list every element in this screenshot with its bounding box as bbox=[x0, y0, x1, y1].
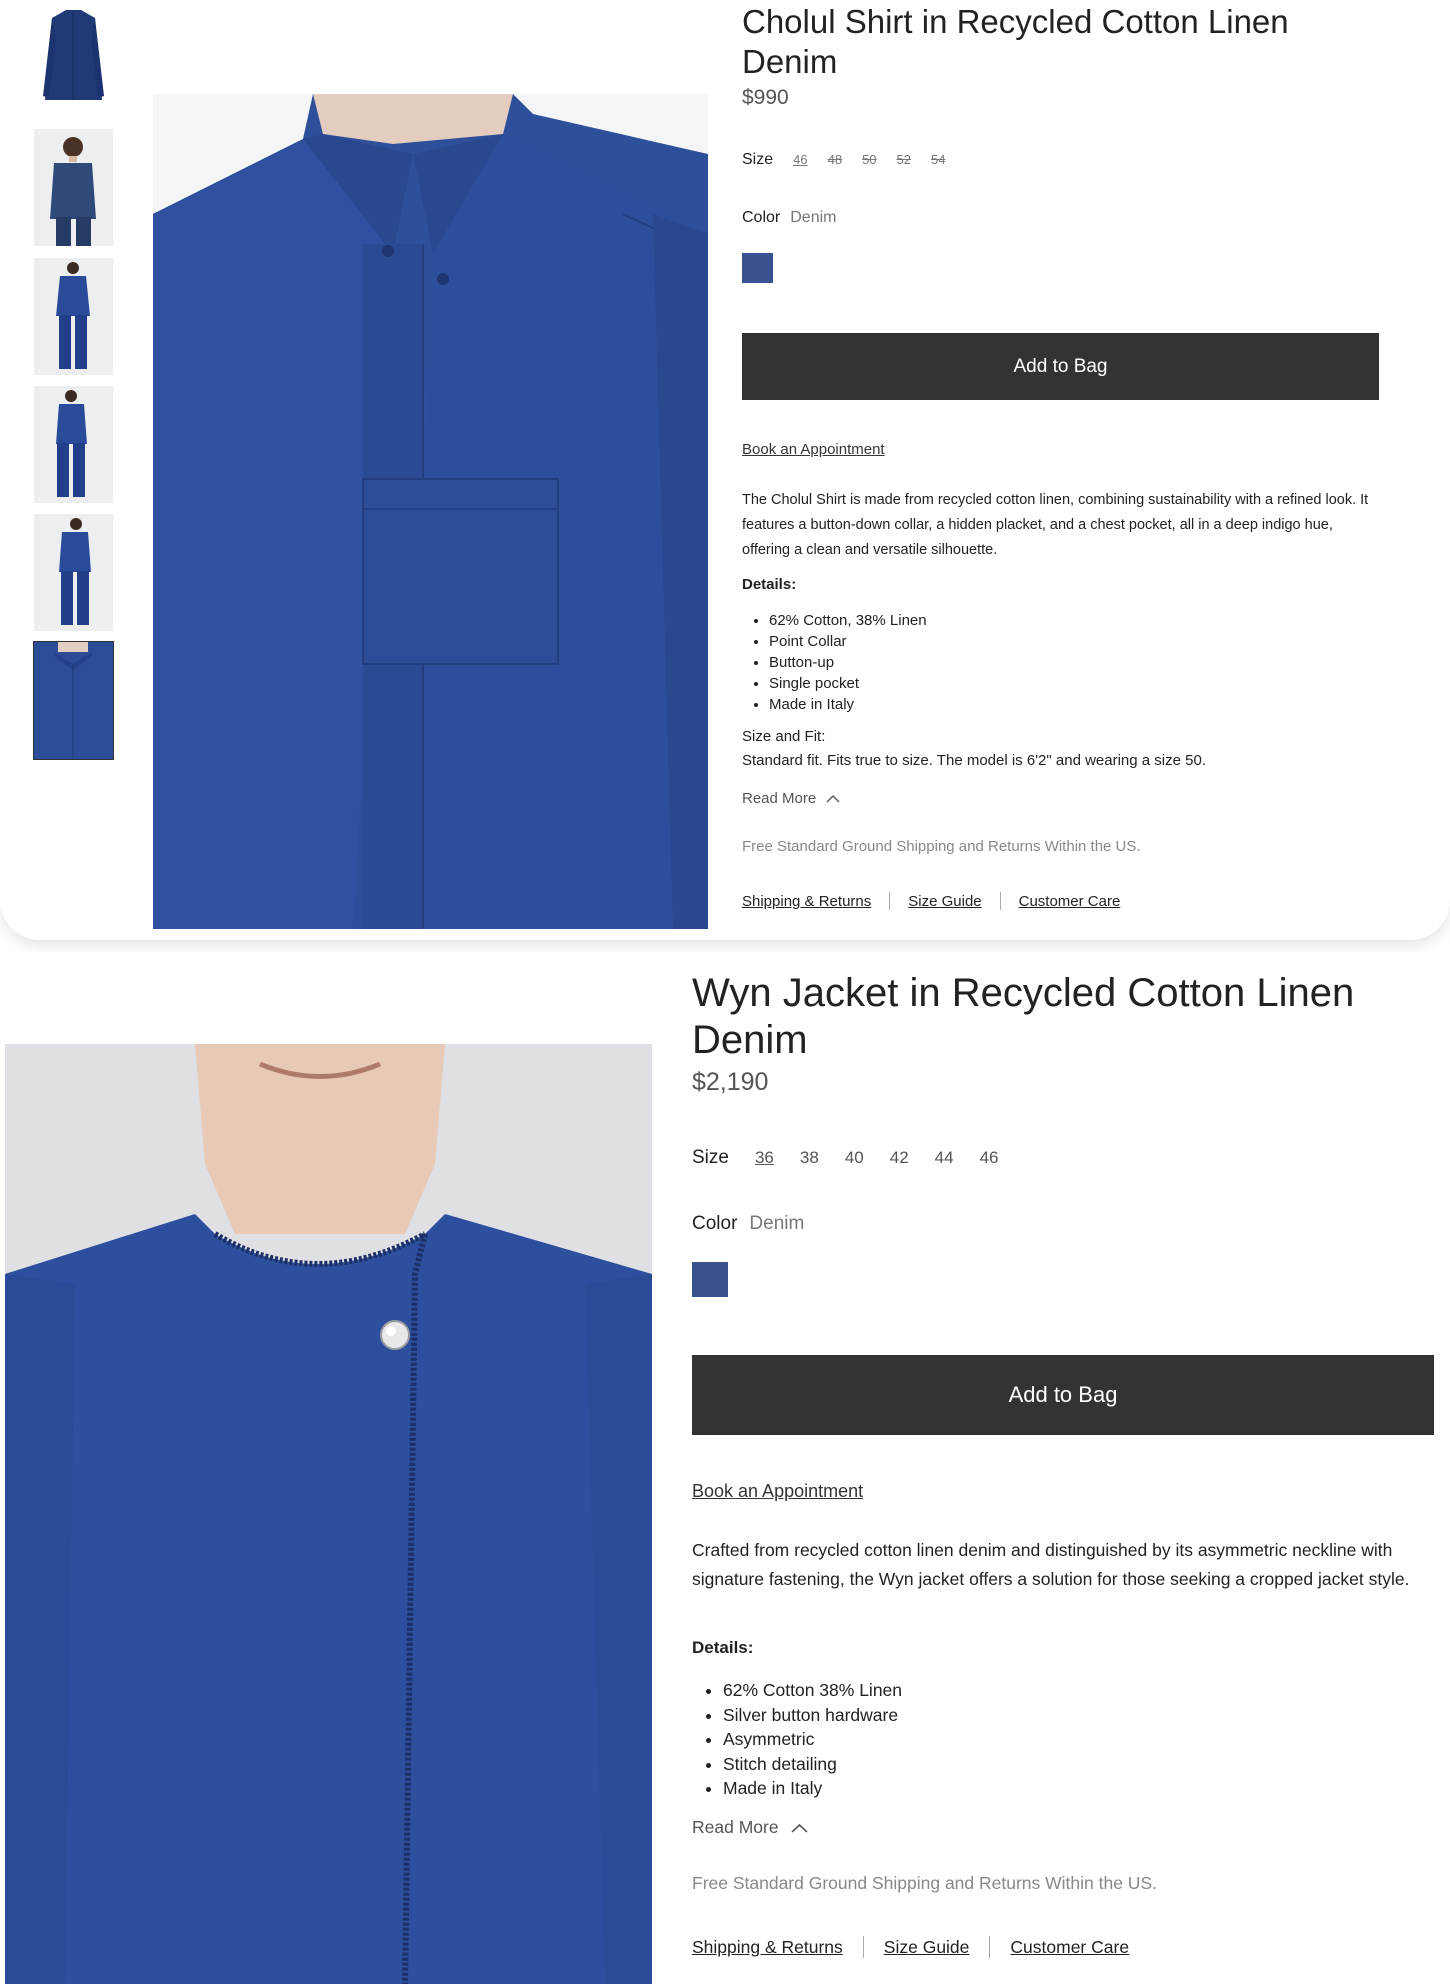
product-description: The Cholul Shirt is made from recycled c… bbox=[742, 492, 1369, 558]
list-item: Made in Italy bbox=[769, 694, 927, 715]
link-divider bbox=[889, 892, 891, 910]
add-to-bag-button[interactable]: Add to Bag bbox=[692, 1355, 1434, 1435]
list-item: Button-up bbox=[769, 652, 927, 673]
size-guide-link[interactable]: Size Guide bbox=[884, 1937, 970, 1958]
color-swatch-denim[interactable] bbox=[742, 253, 773, 283]
shipping-note: Free Standard Ground Shipping and Return… bbox=[692, 1873, 1157, 1893]
size-option-48[interactable]: 48 bbox=[828, 152, 842, 167]
link-divider bbox=[989, 1936, 991, 1958]
product-description: Crafted from recycled cotton linen denim… bbox=[692, 1540, 1410, 1589]
size-option-40[interactable]: 40 bbox=[845, 1148, 864, 1168]
size-fit-text: Standard fit. Fits true to size. The mod… bbox=[742, 752, 1206, 769]
size-label: Size bbox=[692, 1147, 729, 1168]
size-option-46[interactable]: 46 bbox=[793, 152, 807, 167]
customer-care-link[interactable]: Customer Care bbox=[1010, 1937, 1129, 1958]
thumbnail-5[interactable] bbox=[34, 514, 113, 631]
read-more-label: Read More bbox=[692, 1817, 779, 1837]
chevron-up-icon bbox=[791, 1817, 808, 1838]
product-title: Wyn Jacket in Recycled Cotton Linen Deni… bbox=[692, 971, 1355, 1062]
color-label: Color bbox=[692, 1213, 738, 1234]
add-to-bag-button[interactable]: Add to Bag bbox=[742, 333, 1379, 400]
size-selector: Size 46 48 50 52 54 bbox=[742, 151, 945, 169]
size-option-46[interactable]: 46 bbox=[980, 1148, 999, 1168]
size-option-36[interactable]: 36 bbox=[755, 1148, 774, 1168]
list-item: Asymmetric bbox=[723, 1727, 902, 1752]
footer-links: Shipping & Returns Size Guide Customer C… bbox=[692, 1936, 1129, 1958]
size-option-42[interactable]: 42 bbox=[890, 1148, 909, 1168]
product-title: Cholul Shirt in Recycled Cotton Linen De… bbox=[742, 3, 1289, 80]
list-item: Stitch detailing bbox=[723, 1752, 902, 1777]
chevron-up-icon bbox=[826, 790, 840, 807]
thumbnail-1[interactable] bbox=[34, 0, 113, 117]
read-more-label: Read More bbox=[742, 790, 817, 807]
color-value: Denim bbox=[749, 1213, 805, 1234]
list-item: Single pocket bbox=[769, 673, 927, 694]
details-list: 62% Cotton, 38% Linen Point Collar Butto… bbox=[769, 610, 927, 715]
link-divider bbox=[862, 1936, 864, 1958]
product-price: $990 bbox=[742, 86, 789, 109]
details-heading: Details: bbox=[692, 1638, 754, 1657]
details-list: 62% Cotton 38% Linen Silver button hardw… bbox=[723, 1678, 902, 1801]
color-selector: Color Denim bbox=[692, 1213, 804, 1235]
shipping-returns-link[interactable]: Shipping & Returns bbox=[692, 1937, 843, 1958]
list-item: Silver button hardware bbox=[723, 1703, 902, 1728]
thumbnail-2[interactable] bbox=[34, 129, 113, 246]
size-option-44[interactable]: 44 bbox=[935, 1148, 954, 1168]
color-selector: Color Denim bbox=[742, 209, 836, 227]
product-panel-shirt: Cholul Shirt in Recycled Cotton Linen De… bbox=[0, 0, 1450, 940]
book-appointment-link[interactable]: Book an Appointment bbox=[692, 1481, 863, 1502]
list-item: 62% Cotton, 38% Linen bbox=[769, 610, 927, 631]
color-label: Color bbox=[742, 209, 781, 226]
product-image-shirt bbox=[153, 94, 708, 929]
size-option-50[interactable]: 50 bbox=[862, 152, 876, 167]
color-value: Denim bbox=[790, 209, 837, 226]
thumbnail-4[interactable] bbox=[34, 386, 113, 503]
footer-links: Shipping & Returns Size Guide Customer C… bbox=[742, 892, 1120, 910]
details-heading: Details: bbox=[742, 576, 797, 593]
size-guide-link[interactable]: Size Guide bbox=[908, 893, 981, 910]
list-item: Point Collar bbox=[769, 631, 927, 652]
read-more-toggle[interactable]: Read More bbox=[692, 1817, 808, 1838]
thumbnail-6[interactable] bbox=[33, 641, 114, 760]
shipping-note: Free Standard Ground Shipping and Return… bbox=[742, 838, 1141, 855]
thumbnail-3[interactable] bbox=[34, 258, 113, 375]
list-item: 62% Cotton 38% Linen bbox=[723, 1678, 902, 1703]
read-more-toggle[interactable]: Read More bbox=[742, 790, 840, 807]
book-appointment-link[interactable]: Book an Appointment bbox=[742, 441, 885, 458]
customer-care-link[interactable]: Customer Care bbox=[1019, 893, 1121, 910]
product-panel-jacket: Wyn Jacket in Recycled Cotton Linen Deni… bbox=[0, 952, 1450, 1984]
shipping-returns-link[interactable]: Shipping & Returns bbox=[742, 893, 871, 910]
product-price: $2,190 bbox=[692, 1068, 769, 1096]
size-option-38[interactable]: 38 bbox=[800, 1148, 819, 1168]
size-option-52[interactable]: 52 bbox=[897, 152, 911, 167]
size-label: Size bbox=[742, 151, 774, 168]
link-divider bbox=[999, 892, 1001, 910]
size-option-54[interactable]: 54 bbox=[931, 152, 945, 167]
list-item: Made in Italy bbox=[723, 1776, 902, 1801]
product-image-jacket bbox=[5, 1044, 652, 1984]
size-selector: Size 36 38 40 42 44 46 bbox=[692, 1147, 999, 1169]
color-swatch-denim[interactable] bbox=[692, 1262, 728, 1297]
size-fit-heading: Size and Fit: bbox=[742, 728, 826, 745]
